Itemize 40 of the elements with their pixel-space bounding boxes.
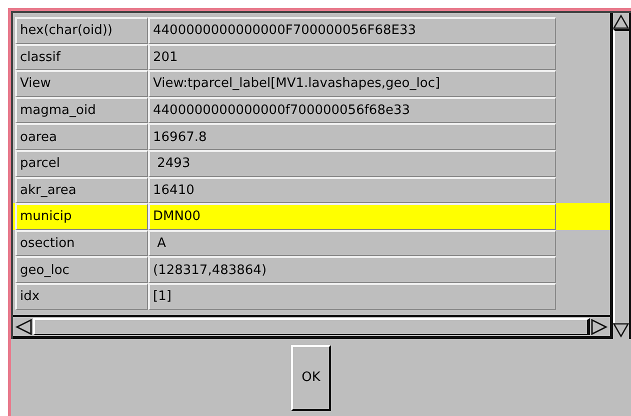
attribute-name: municip <box>15 203 148 230</box>
attribute-name: magma_oid <box>15 96 148 124</box>
attribute-name: geo_loc <box>15 256 148 283</box>
table-row[interactable]: View View:tparcel_label[MV1.lavashapes,geo_loc] <box>13 70 610 97</box>
table-row[interactable]: geo_loc (128317,483864) <box>13 256 610 283</box>
attribute-value: 2493 <box>148 150 556 177</box>
attribute-value: View:tparcel_label[MV1.lavashapes,geo_loc] <box>148 70 556 97</box>
attribute-value: 4400000000000000F700000056F68E33 <box>148 17 556 44</box>
ok-button[interactable]: OK <box>291 344 331 410</box>
down-arrow-icon[interactable] <box>613 323 629 339</box>
attribute-name: osection <box>15 230 148 256</box>
attribute-value: 16410 <box>148 176 556 204</box>
table-row[interactable]: oarea 16967.8 <box>13 123 610 150</box>
table-row[interactable]: parcel 2493 <box>13 150 610 177</box>
attribute-value: (128317,483864) <box>148 256 556 283</box>
horizontal-scrollbar[interactable] <box>13 315 610 339</box>
attribute-name: View <box>15 70 148 97</box>
up-arrow-icon[interactable] <box>613 13 629 29</box>
table-row[interactable]: municip DMN00 <box>13 203 610 230</box>
left-arrow-icon[interactable] <box>15 318 33 334</box>
table-row[interactable]: magma_oid 4400000000000000f700000056f68e33 <box>13 96 610 124</box>
attribute-value: 4400000000000000f700000056f68e33 <box>148 96 556 124</box>
table-row[interactable]: hex(char(oid)) 4400000000000000F700000056F68E33 <box>13 17 610 44</box>
table-row[interactable]: akr_area 16410 <box>13 176 610 204</box>
attribute-value: [1] <box>148 282 556 310</box>
attribute-name: idx <box>15 282 148 310</box>
attribute-value: A <box>148 230 556 256</box>
attribute-value: 16967.8 <box>148 123 556 150</box>
table-row[interactable]: classif 201 <box>13 44 610 70</box>
attribute-value: DMN00 <box>148 203 556 230</box>
vertical-scrollbar[interactable] <box>610 13 631 339</box>
table-row[interactable]: osection A <box>13 230 610 256</box>
attribute-value: 201 <box>148 44 556 70</box>
table-row[interactable]: idx [1] <box>13 282 610 310</box>
right-arrow-icon[interactable] <box>590 318 608 334</box>
attribute-name: parcel <box>15 150 148 177</box>
attribute-name: classif <box>15 44 148 70</box>
attribute-name: akr_area <box>15 176 148 204</box>
attribute-name: oarea <box>15 123 148 150</box>
attribute-name: hex(char(oid)) <box>15 17 148 44</box>
